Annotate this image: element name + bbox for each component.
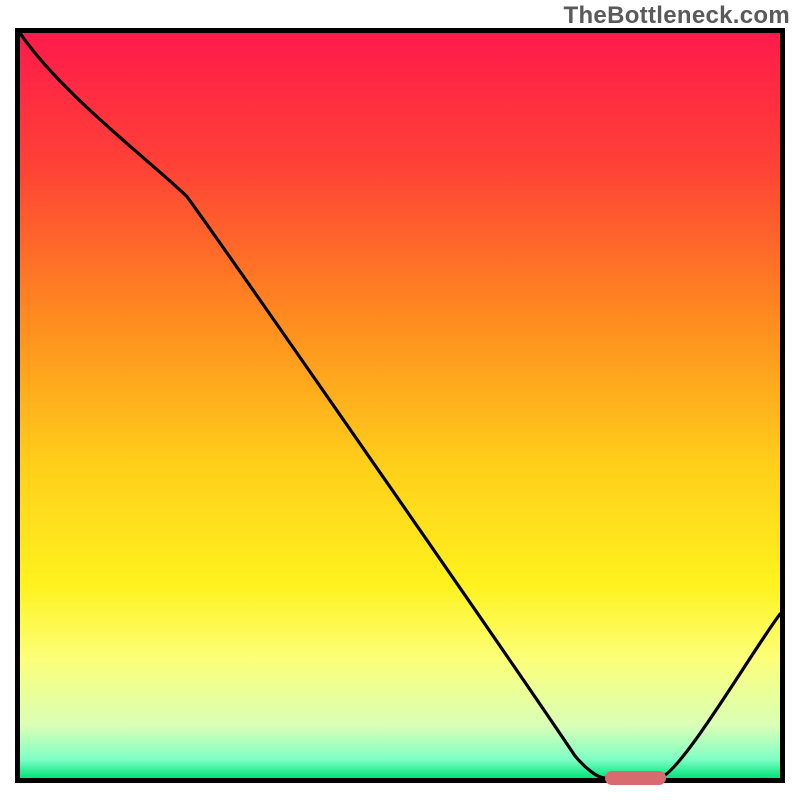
- watermark-text: TheBottleneck.com: [564, 2, 790, 30]
- bottleneck-curve: [20, 33, 780, 778]
- plot-frame: [15, 28, 785, 783]
- chart-container: TheBottleneck.com: [0, 0, 800, 800]
- optimal-range-marker: [605, 771, 666, 785]
